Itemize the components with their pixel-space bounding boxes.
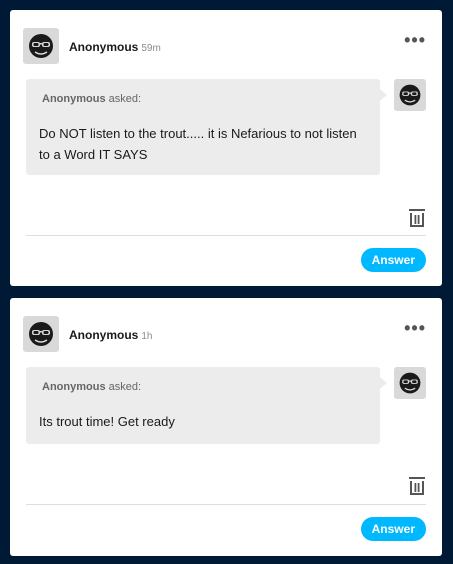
divider [26,235,426,236]
trash-icon[interactable] [408,476,426,496]
question-bubble: Anonymous asked: Do NOT listen to the tr… [26,79,387,175]
more-options-icon[interactable]: ••• [404,319,426,337]
asked-line: Anonymous asked: [42,93,141,105]
sunglasses-avatar-icon [29,34,53,58]
ask-card: Anonymous 1h ••• Anonymous asked: Its tro… [10,298,442,556]
ask-card: Anonymous 59m ••• Anonymous asked: Do NOT… [10,10,442,286]
answer-button[interactable]: Answer [360,517,426,541]
bubble-avatar [394,367,426,399]
asked-suffix: asked: [105,93,142,105]
asker-avatar[interactable] [23,28,59,64]
asked-by-name: Anonymous [42,93,106,105]
divider [26,504,426,505]
more-options-icon[interactable]: ••• [404,31,426,49]
asked-line: Anonymous asked: [42,381,141,393]
asker-avatar[interactable] [23,316,59,352]
post-time: 1h [141,331,153,342]
asker-name[interactable]: Anonymous [69,328,138,342]
sunglasses-avatar-icon [399,372,421,394]
post-time: 59m [141,43,161,54]
question-bubble: Anonymous asked: Its trout time! Get rea… [26,367,387,444]
trash-icon[interactable] [408,208,426,228]
answer-button[interactable]: Answer [360,248,426,272]
question-text: Do NOT listen to the trout..... it is Ne… [39,126,357,162]
sunglasses-avatar-icon [29,322,53,346]
asker-name-line: Anonymous 59m [69,40,161,54]
asker-name[interactable]: Anonymous [69,40,138,54]
asker-name-line: Anonymous 1h [69,328,152,342]
sunglasses-avatar-icon [399,84,421,106]
asked-by-name: Anonymous [42,381,106,393]
asked-suffix: asked: [105,381,142,393]
bubble-avatar [394,79,426,111]
question-text: Its trout time! Get ready [39,414,175,429]
